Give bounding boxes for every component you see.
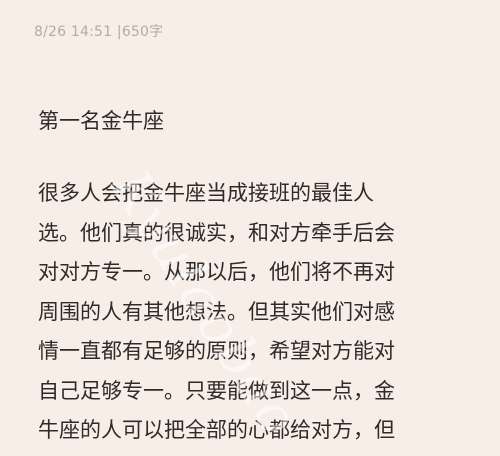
body-line: 对对方专一。从那以后，他们将不再对	[38, 260, 395, 284]
note-word-count: 650字	[121, 24, 164, 40]
body-line: 牛座的人可以把全部的心都给对方，但	[38, 418, 395, 442]
note-body[interactable]: 很多人会把金牛座当成接班的最佳人 选。他们真的很诚实，和对方牵手后会 对对方专一…	[38, 174, 442, 451]
body-line: 自己足够专一。只要能做到这一点，金	[38, 378, 395, 403]
body-line: 选。他们真的很诚实，和对方牵手后会	[38, 220, 395, 245]
note-meta: 8/26 14:51 |650字	[34, 21, 163, 41]
note-title: 第一名金牛座	[38, 109, 164, 133]
body-line: 周围的人有其他想法。但其实他们对感	[38, 299, 395, 324]
note-timestamp: 8/26 14:51	[34, 24, 113, 40]
body-line: 情一直都有足够的原则，希望对方能对	[38, 339, 395, 363]
body-line: 很多人会把金牛座当成接班的最佳人	[38, 181, 374, 205]
